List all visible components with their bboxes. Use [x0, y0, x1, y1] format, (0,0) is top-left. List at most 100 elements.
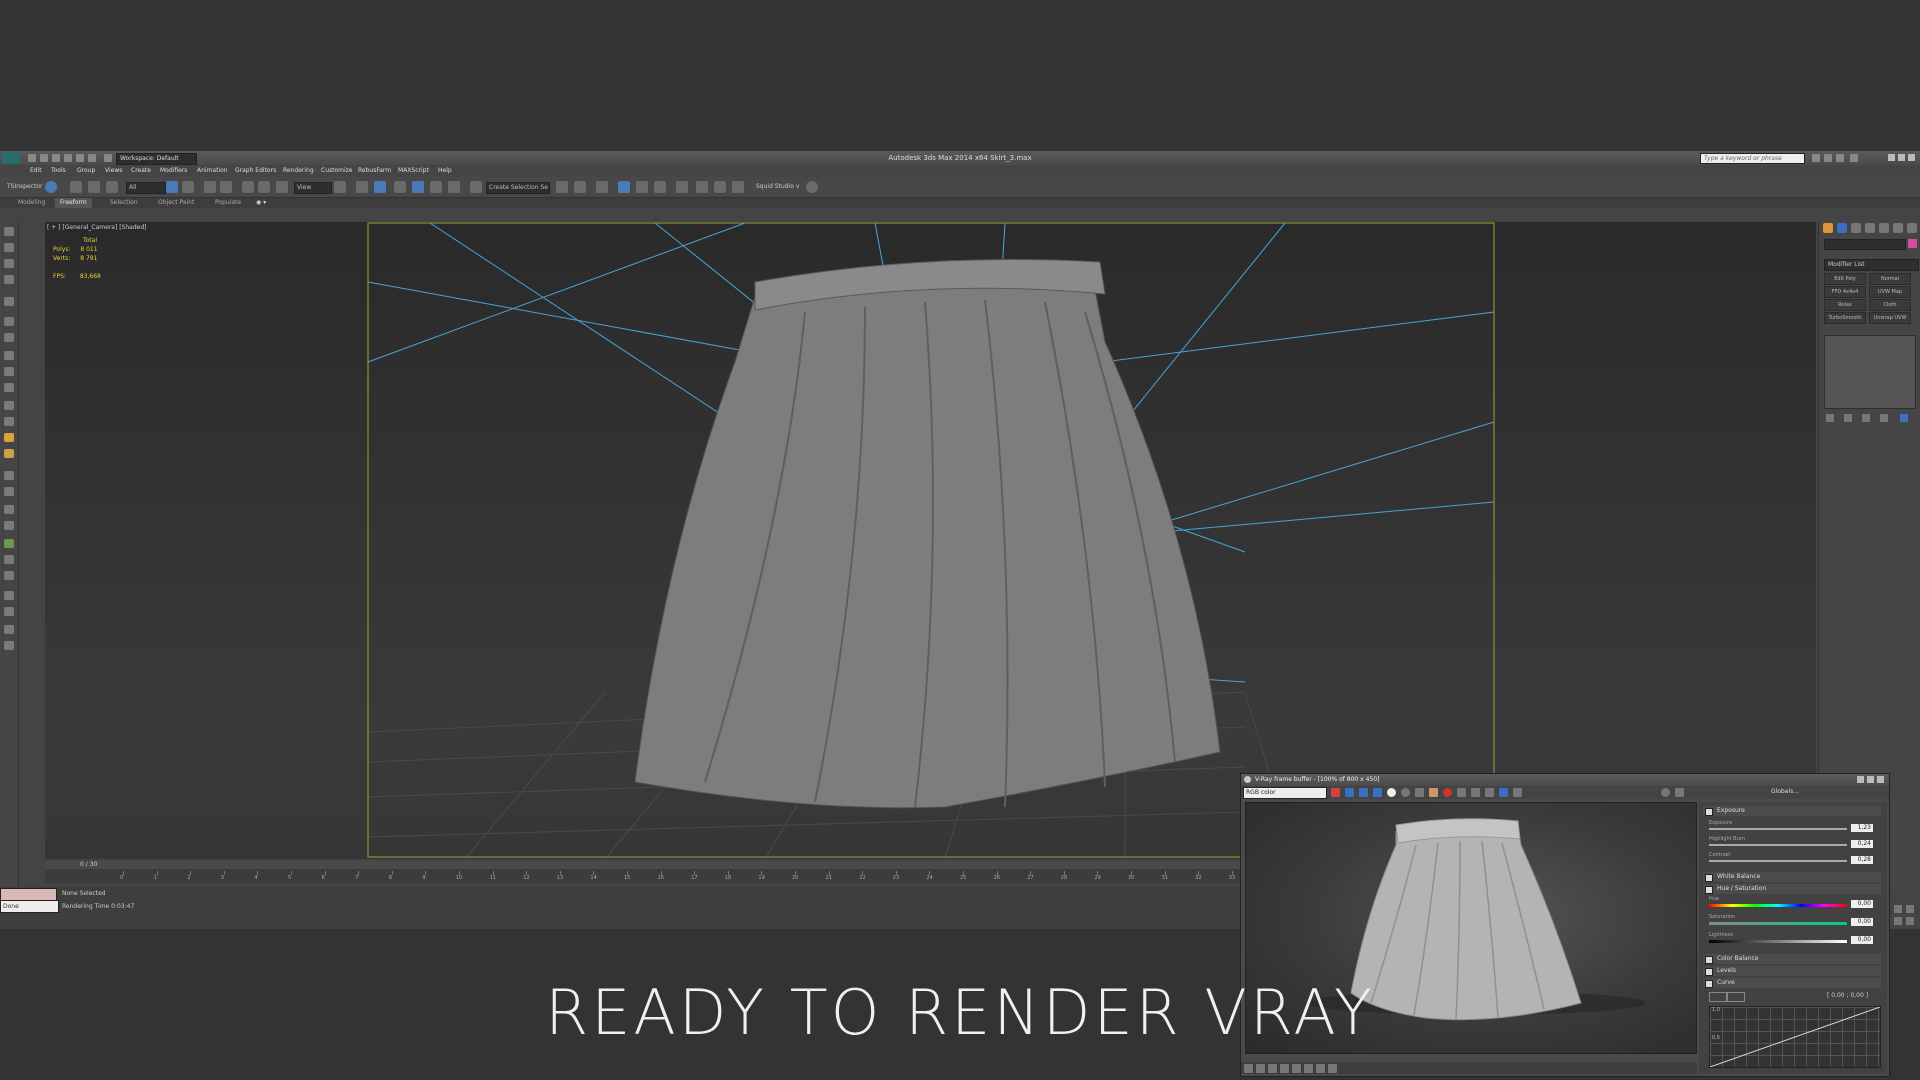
keyboard-shortcut-override-icon[interactable] — [374, 181, 386, 193]
modifier-list-dropdown[interactable]: Modifier List — [1824, 259, 1919, 271]
helpers-icon[interactable] — [4, 297, 14, 306]
contrast-value[interactable]: 0,28 — [1851, 856, 1873, 864]
vfb-pixel-info-icon[interactable] — [1292, 1064, 1301, 1073]
skirt-model[interactable] — [634, 259, 1221, 809]
menu-graph-editors[interactable]: Graph Editors — [235, 165, 276, 177]
exposure-section[interactable]: Exposure — [1703, 806, 1881, 816]
globals-button[interactable]: Globals... — [1771, 788, 1799, 795]
normal-button[interactable]: Normal — [1869, 273, 1911, 285]
unlink-icon[interactable] — [88, 181, 100, 193]
stop-render-icon[interactable] — [1513, 788, 1522, 797]
remove-modifier-icon[interactable] — [1880, 414, 1888, 422]
graphite-toggle-icon[interactable] — [618, 181, 630, 193]
vfb-minimize-button[interactable] — [1857, 776, 1864, 783]
tab-object-paint[interactable]: Object Paint — [158, 198, 194, 208]
favorites-star-icon[interactable] — [1836, 154, 1844, 162]
scale-icon[interactable] — [276, 181, 288, 193]
lightness-value[interactable]: 0,00 — [1851, 936, 1873, 944]
menu-edit[interactable]: Edit — [30, 165, 42, 177]
render-production-icon[interactable] — [732, 181, 744, 193]
vfb-curve-icon[interactable] — [1316, 1064, 1325, 1073]
color-balance-section[interactable]: Color Balance — [1703, 954, 1881, 964]
edit-named-selection-icon[interactable] — [470, 181, 482, 193]
maximize-viewport-icon[interactable] — [1906, 917, 1914, 925]
vfb-ocio-icon[interactable] — [1280, 1064, 1289, 1073]
menu-modifiers[interactable]: Modifiers — [160, 165, 187, 177]
vfb-srgb-icon[interactable] — [1268, 1064, 1277, 1073]
tab-freeform[interactable]: Freeform — [55, 198, 92, 208]
contrast-slider[interactable] — [1709, 860, 1847, 862]
vfb-exposure-icon[interactable] — [1328, 1064, 1337, 1073]
snaps-toggle-icon[interactable] — [394, 181, 406, 193]
help-circle-icon[interactable] — [4, 641, 14, 650]
maximize-button[interactable] — [1898, 154, 1905, 161]
exposure-checkbox[interactable] — [1705, 808, 1713, 816]
track-mouse-icon[interactable] — [1331, 788, 1340, 797]
angle-snap-icon[interactable] — [412, 181, 424, 193]
stereo-icon[interactable] — [1675, 788, 1684, 797]
grid-icon[interactable] — [4, 607, 14, 616]
link-icon[interactable] — [70, 181, 82, 193]
scene-explorer-icon[interactable] — [4, 591, 14, 600]
menu-rebusfarm[interactable]: RebusFarm — [358, 165, 391, 177]
uvw-map-button[interactable]: UVW Map — [1869, 286, 1911, 298]
relax-button[interactable]: Relax — [1824, 299, 1866, 311]
window-crossing-icon[interactable] — [220, 181, 232, 193]
menu-animation[interactable]: Animation — [197, 165, 228, 177]
track-region-icon[interactable] — [1471, 788, 1480, 797]
exposure-slider[interactable] — [1709, 828, 1847, 830]
hierarchy-tab-icon[interactable] — [1851, 223, 1861, 233]
minimize-button[interactable] — [1888, 154, 1895, 161]
systems-icon[interactable] — [4, 317, 14, 326]
viewport-label[interactable]: [ + ] [General_Camera] [Shaded] — [47, 224, 147, 231]
modify-tab-icon[interactable] — [1837, 223, 1847, 233]
menu-customize[interactable]: Customize — [321, 165, 353, 177]
pan-icon[interactable] — [1894, 917, 1902, 925]
shapes-icon[interactable] — [4, 243, 14, 252]
tsinspector-label[interactable]: TSInspector — [7, 183, 42, 190]
levels-section[interactable]: Levels — [1703, 966, 1881, 976]
squid-studio-icon[interactable] — [806, 181, 818, 193]
load-image-icon[interactable] — [1429, 788, 1438, 797]
maxscript-output[interactable]: Done — [0, 900, 59, 913]
cameras-icon[interactable] — [4, 275, 14, 284]
reference-coordinate-dropdown[interactable]: View — [294, 182, 332, 194]
sphere-primitive-icon[interactable] — [4, 367, 14, 376]
vfb-maximize-button[interactable] — [1867, 776, 1874, 783]
select-by-name-icon[interactable] — [182, 181, 194, 193]
white-balance-checkbox[interactable] — [1705, 874, 1713, 882]
zoom-icon[interactable] — [1894, 905, 1902, 913]
alpha-channel-icon[interactable] — [1387, 788, 1396, 797]
utilities-tab-icon[interactable] — [1893, 223, 1903, 233]
cylinder-primitive-icon[interactable] — [4, 383, 14, 392]
lightness-slider[interactable] — [1709, 940, 1847, 943]
hue-saturation-section[interactable]: Hue / Saturation — [1703, 884, 1881, 894]
duplicate-to-max-fb-icon[interactable] — [1457, 788, 1466, 797]
schematic-view-icon[interactable] — [654, 181, 666, 193]
bones-icon[interactable] — [4, 471, 14, 480]
pin-stack-icon[interactable] — [1826, 414, 1834, 422]
red-channel-icon[interactable] — [1345, 788, 1354, 797]
space-warps-icon[interactable] — [4, 333, 14, 342]
lens-effects-icon[interactable] — [1661, 788, 1670, 797]
bind-space-warp-icon[interactable] — [106, 181, 118, 193]
omni-light-icon[interactable] — [4, 433, 14, 442]
render-setup-icon[interactable] — [696, 181, 708, 193]
vfb-levels-icon[interactable] — [1304, 1064, 1313, 1073]
color-balance-checkbox[interactable] — [1705, 956, 1713, 964]
menu-create[interactable]: Create — [131, 165, 151, 177]
close-button[interactable] — [1908, 154, 1915, 161]
saturation-slider[interactable] — [1709, 922, 1847, 925]
menu-maxscript[interactable]: MAXScript — [398, 165, 429, 177]
cloth-button[interactable]: Cloth — [1869, 299, 1911, 311]
dynamics-icon[interactable] — [4, 521, 14, 530]
menu-views[interactable]: Views — [105, 165, 122, 177]
biped-icon[interactable] — [4, 487, 14, 496]
levels-checkbox[interactable] — [1705, 968, 1713, 976]
help-icon[interactable] — [1850, 154, 1858, 162]
squid-studio-label[interactable]: Squid Studio v — [756, 183, 799, 190]
rendered-frame-window-icon[interactable] — [714, 181, 726, 193]
move-icon[interactable] — [242, 181, 254, 193]
time-slider[interactable]: 0 / 30 — [45, 861, 1240, 869]
hue-slider[interactable] — [1709, 904, 1847, 907]
